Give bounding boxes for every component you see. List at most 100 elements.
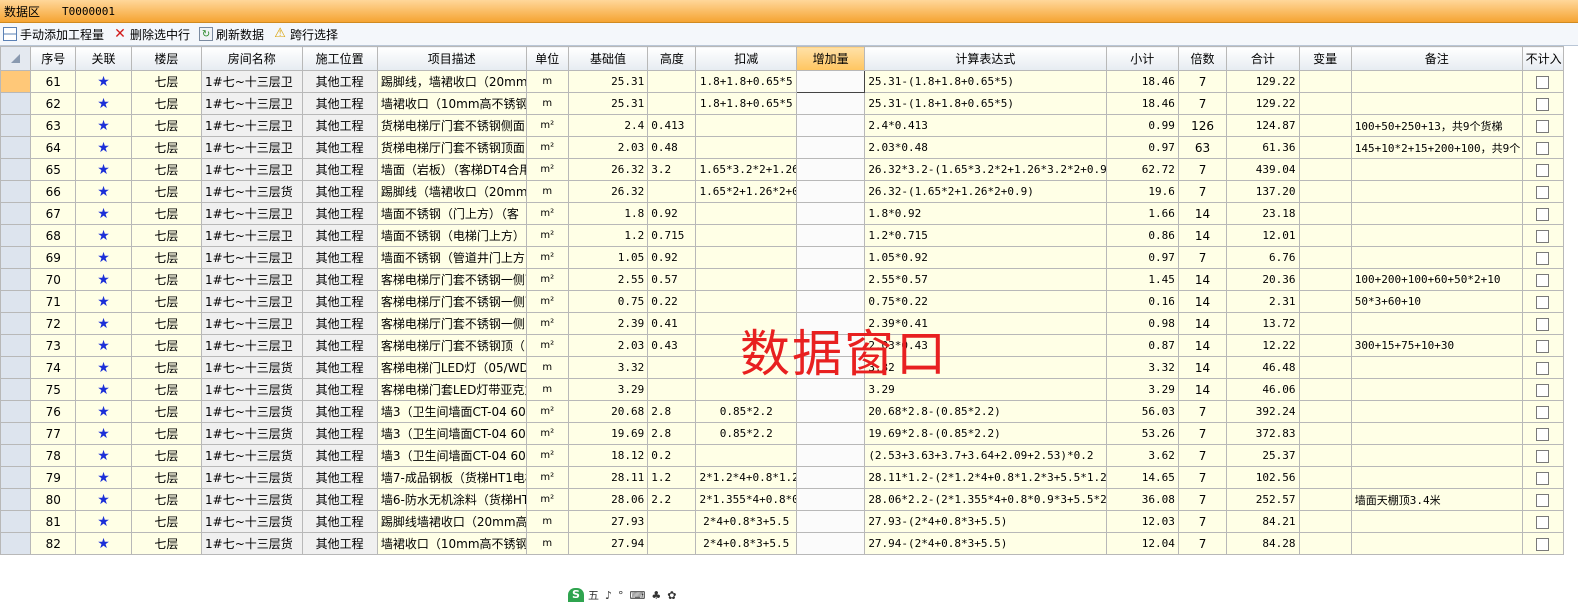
cell-base[interactable]: 3.29 [567, 378, 649, 401]
col-header[interactable]: 楼层 [130, 46, 203, 71]
cell-expression[interactable]: 2.4*0.413 [864, 114, 1107, 137]
cell-height[interactable]: 0.41 [647, 312, 697, 335]
cell-total[interactable]: 6.76 [1226, 246, 1300, 269]
cell-note[interactable] [1350, 70, 1523, 93]
cell-height[interactable] [647, 70, 697, 93]
cell-seq[interactable]: 70 [30, 268, 77, 291]
cell-position[interactable]: 其他工程 [301, 180, 378, 203]
ime-item[interactable]: ⌨ [630, 589, 646, 602]
cell-add[interactable] [795, 290, 866, 313]
cell-note[interactable] [1350, 158, 1523, 181]
cell-variable[interactable] [1298, 466, 1352, 489]
cell-room[interactable]: 1#七~十三层货 [201, 400, 303, 423]
cell-seq[interactable]: 77 [30, 422, 77, 445]
cell-deduct[interactable] [695, 334, 797, 357]
cell-exclude[interactable] [1521, 400, 1565, 423]
cell-deduct[interactable] [695, 136, 797, 159]
cell-room[interactable]: 1#七~十三层卫 [201, 334, 303, 357]
cell-expression[interactable]: 28.11*1.2-(2*1.2*4+0.8*1.2*3+5.5*1.2) [864, 466, 1107, 489]
row-header[interactable] [0, 180, 32, 203]
cell-link[interactable]: ★ [75, 510, 132, 533]
cell-exclude[interactable] [1521, 444, 1565, 467]
cell-base[interactable]: 2.03 [567, 334, 649, 357]
cell-floor[interactable]: 七层 [130, 422, 203, 445]
cell-base[interactable]: 20.68 [567, 400, 649, 423]
cell-position[interactable]: 其他工程 [301, 290, 378, 313]
cell-subtotal[interactable]: 0.99 [1105, 114, 1179, 137]
col-header[interactable]: 倍数 [1177, 46, 1228, 71]
cell-note[interactable] [1350, 246, 1523, 269]
cell-room[interactable]: 1#七~十三层货 [201, 378, 303, 401]
cell-seq[interactable]: 66 [30, 180, 77, 203]
cell-exclude[interactable] [1521, 224, 1565, 247]
col-header[interactable]: 序号 [30, 46, 77, 71]
cell-expression[interactable]: 1.05*0.92 [864, 246, 1107, 269]
cell-height[interactable]: 0.48 [647, 136, 697, 159]
cell-note[interactable]: 100+200+100+60+50*2+10 [1350, 268, 1523, 291]
cell-position[interactable]: 其他工程 [301, 400, 378, 423]
table-row[interactable]: 77★七层1#七~十三层货其他工程墙3（卫生间墙面CT-04 600×m²19.… [0, 422, 1565, 445]
row-header[interactable] [0, 70, 32, 93]
cell-link[interactable]: ★ [75, 444, 132, 467]
cell-note[interactable] [1350, 510, 1523, 533]
cell-variable[interactable] [1298, 246, 1352, 269]
exclude-checkbox[interactable] [1536, 405, 1550, 419]
cell-description[interactable]: 墙3（卫生间墙面CT-04 600× [376, 400, 527, 423]
cell-deduct[interactable]: 2*1.2*4+0.8*1.2 [695, 466, 797, 489]
cell-floor[interactable]: 七层 [130, 466, 203, 489]
cell-multiplier[interactable]: 14 [1177, 312, 1228, 335]
cell-height[interactable] [647, 180, 697, 203]
cell-seq[interactable]: 80 [30, 488, 77, 511]
row-header[interactable] [0, 268, 32, 291]
cell-link[interactable]: ★ [75, 202, 132, 225]
cell-position[interactable]: 其他工程 [301, 114, 378, 137]
cell-deduct[interactable] [695, 268, 797, 291]
cell-variable[interactable] [1298, 400, 1352, 423]
cell-link[interactable]: ★ [75, 290, 132, 313]
cell-subtotal[interactable]: 12.04 [1105, 532, 1179, 555]
cell-unit[interactable]: m [525, 378, 569, 401]
cell-position[interactable]: 其他工程 [301, 488, 378, 511]
cell-base[interactable]: 2.55 [567, 268, 649, 291]
cell-note[interactable] [1350, 378, 1523, 401]
cell-seq[interactable]: 81 [30, 510, 77, 533]
cell-expression[interactable]: 27.94-(2*4+0.8*3+5.5) [864, 532, 1107, 555]
cell-position[interactable]: 其他工程 [301, 510, 378, 533]
cell-deduct[interactable] [695, 224, 797, 247]
cell-height[interactable] [647, 92, 697, 115]
cell-expression[interactable]: 27.93-(2*4+0.8*3+5.5) [864, 510, 1107, 533]
col-header[interactable]: 关联 [75, 46, 132, 71]
cell-description[interactable]: 踢脚线墙裙收口（20mm高不锈 [376, 510, 527, 533]
table-row[interactable]: 62 ★ 七层1#七~十三层卫其他工程墙裙收口（10mm高不锈钢）3m25.31 1.… [0, 92, 1565, 115]
cell-variable[interactable] [1298, 136, 1352, 159]
cell-height[interactable]: 0.43 [647, 334, 697, 357]
cell-link[interactable]: ★ [75, 70, 132, 93]
cell-multiplier[interactable]: 14 [1177, 290, 1228, 313]
cell-floor[interactable]: 七层 [130, 312, 203, 335]
cell-unit[interactable]: m [525, 532, 569, 555]
cell-multiplier[interactable]: 7 [1177, 180, 1228, 203]
cell-multiplier[interactable]: 7 [1177, 466, 1228, 489]
cell-position[interactable]: 其他工程 [301, 378, 378, 401]
cell-unit[interactable]: m² [525, 422, 569, 445]
cell-variable[interactable] [1298, 224, 1352, 247]
cell-room[interactable]: 1#七~十三层卫 [201, 290, 303, 313]
cell-note[interactable] [1350, 202, 1523, 225]
cell-base[interactable]: 2.39 [567, 312, 649, 335]
cell-total[interactable]: 12.22 [1226, 334, 1300, 357]
cell-description[interactable]: 墙3（卫生间墙面CT-04 600× [376, 444, 527, 467]
exclude-checkbox[interactable] [1536, 75, 1550, 89]
ime-item[interactable]: ♪ [605, 589, 612, 602]
cell-multiplier[interactable]: 14 [1177, 356, 1228, 379]
cell-add[interactable] [795, 158, 866, 181]
cell-link[interactable]: ★ [75, 466, 132, 489]
cell-seq[interactable]: 67 [30, 202, 77, 225]
cell-description[interactable]: 墙面不锈钢（电梯门上方）（ [376, 224, 527, 247]
cell-seq[interactable]: 71 [30, 290, 77, 313]
cell-deduct[interactable]: 1.65*2+1.26*2+0 [695, 180, 797, 203]
cell-add[interactable] [795, 224, 866, 247]
cell-unit[interactable]: m² [525, 444, 569, 467]
cell-expression[interactable]: 26.32-(1.65*2+1.26*2+0.9) [864, 180, 1107, 203]
cell-seq[interactable]: 73 [30, 334, 77, 357]
cell-description[interactable]: 客梯电梯厅门套不锈钢一侧面 [376, 290, 527, 313]
